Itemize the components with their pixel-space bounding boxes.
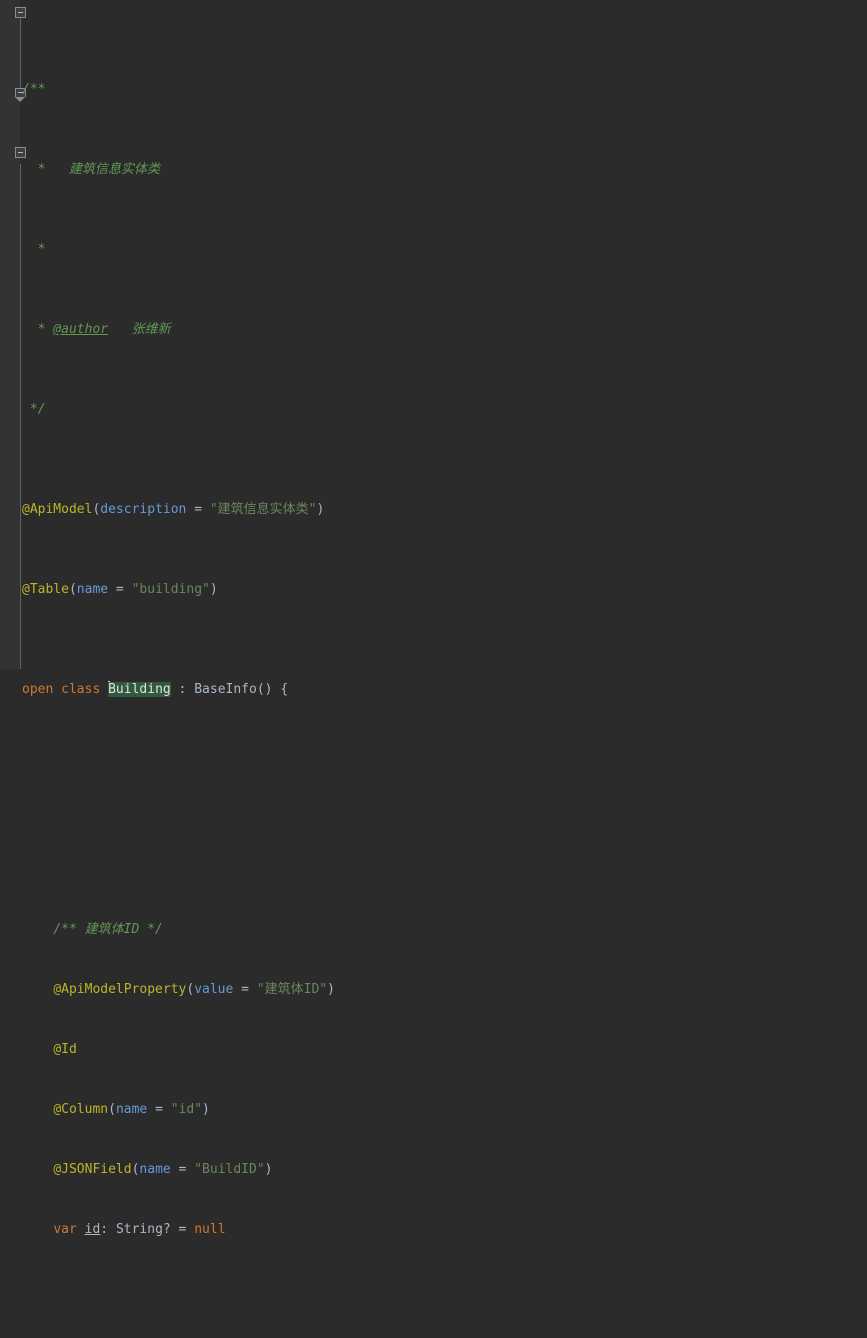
code-line: *: [22, 240, 867, 260]
code-line: /** 建筑体ID */: [22, 920, 867, 940]
code-line-blank: [22, 760, 867, 780]
doc-comment-indent: [22, 322, 38, 337]
keyword-class: class: [61, 682, 100, 697]
punct-open-paren: (: [186, 982, 194, 997]
code-line: var id: String? = null: [22, 1220, 867, 1240]
keyword-var: var: [53, 1222, 76, 1237]
annotation-param: name: [116, 1102, 147, 1117]
punct-close-paren: ): [327, 982, 335, 997]
annotation-param: description: [100, 502, 186, 517]
punct-equals: =: [147, 1102, 170, 1117]
class-name[interactable]: Building: [108, 682, 171, 697]
field-type[interactable]: String?: [116, 1222, 171, 1237]
punct-equals: =: [186, 502, 209, 517]
punct-open-paren: (: [132, 1162, 140, 1177]
indent: [22, 1042, 53, 1057]
code-line: @JSONField(name = "BuildID"): [22, 1160, 867, 1180]
doc-comment-indent: [22, 242, 38, 257]
fold-guide-doc-comment: [20, 18, 21, 90]
keyword-open: open: [22, 682, 53, 697]
punct-equals: =: [171, 1222, 194, 1237]
punct-close-paren: ): [317, 502, 325, 517]
indent: [22, 922, 53, 937]
punct-equals: =: [171, 1162, 194, 1177]
punct-open-paren: (: [69, 582, 77, 597]
annotation-name[interactable]: @ApiModelProperty: [53, 982, 186, 997]
annotation-value: "建筑信息实体类": [210, 502, 317, 517]
doc-comment-star-glyph: *: [38, 242, 46, 257]
doc-comment-star: [22, 162, 38, 177]
punct-close-paren: ): [202, 1102, 210, 1117]
code-content[interactable]: /** * 建筑信息实体类 * * @author 张维新 */ @ApiMod…: [22, 0, 867, 669]
doc-comment-description: 建筑信息实体类: [69, 162, 160, 177]
doc-comment-author-tag[interactable]: @author: [53, 322, 108, 337]
annotation-name[interactable]: @JSONField: [53, 1162, 131, 1177]
annotation-value: "BuildID": [194, 1162, 264, 1177]
doc-comment-open: /**: [22, 82, 45, 97]
code-line: @Table(name = "building"): [22, 580, 867, 600]
annotation-value: "id": [171, 1102, 202, 1117]
annotation-value: "building": [132, 582, 210, 597]
space: [100, 682, 108, 697]
annotation-param: value: [194, 982, 233, 997]
punct-colon: :: [171, 682, 194, 697]
indent: [22, 982, 53, 997]
doc-comment-gap: [45, 162, 68, 177]
code-line: @Column(name = "id"): [22, 1100, 867, 1120]
code-line: @ApiModel(description = "建筑信息实体类"): [22, 500, 867, 520]
annotation-value: "建筑体ID": [257, 982, 327, 997]
punct-equals: =: [233, 982, 256, 997]
annotation-param: name: [77, 582, 108, 597]
field-default-value: null: [194, 1222, 225, 1237]
code-line-blank: [22, 1300, 867, 1320]
code-line: /**: [22, 80, 867, 100]
code-line: * @author 张维新: [22, 320, 867, 340]
code-line: * 建筑信息实体类: [22, 160, 867, 180]
punct-close-paren: ): [210, 582, 218, 597]
field-comment: /** 建筑体ID */: [53, 922, 162, 937]
punct-close-paren: ): [265, 1162, 273, 1177]
indent: [22, 1102, 53, 1117]
fold-guide-class-body: [20, 164, 21, 669]
annotation-name[interactable]: @Id: [53, 1042, 76, 1057]
annotation-name[interactable]: @Table: [22, 582, 69, 597]
field-name[interactable]: id: [85, 1222, 101, 1237]
punct-colon: :: [100, 1222, 116, 1237]
supertype-name[interactable]: BaseInfo(): [194, 682, 272, 697]
annotation-param: name: [139, 1162, 170, 1177]
doc-comment-close: */: [30, 402, 46, 417]
punct-open-paren: (: [108, 1102, 116, 1117]
punct-open-brace: {: [273, 682, 289, 697]
doc-comment-gap: [108, 322, 131, 337]
annotation-name[interactable]: @Column: [53, 1102, 108, 1117]
code-editor[interactable]: /** * 建筑信息实体类 * * @author 张维新 */ @ApiMod…: [0, 0, 867, 669]
code-line: @Id: [22, 1040, 867, 1060]
indent: [22, 1162, 53, 1177]
code-line-blank: [22, 820, 867, 840]
code-line-class-declaration: open class Building : BaseInfo() {: [22, 680, 867, 700]
doc-comment-author-name: 张维新: [132, 322, 171, 337]
annotation-name[interactable]: @ApiModel: [22, 502, 92, 517]
space: [53, 682, 61, 697]
code-line: @ApiModelProperty(value = "建筑体ID"): [22, 980, 867, 1000]
punct-equals: =: [108, 582, 131, 597]
space: [77, 1222, 85, 1237]
indent: [22, 1222, 53, 1237]
doc-comment-indent: [22, 402, 30, 417]
code-line: */: [22, 400, 867, 420]
